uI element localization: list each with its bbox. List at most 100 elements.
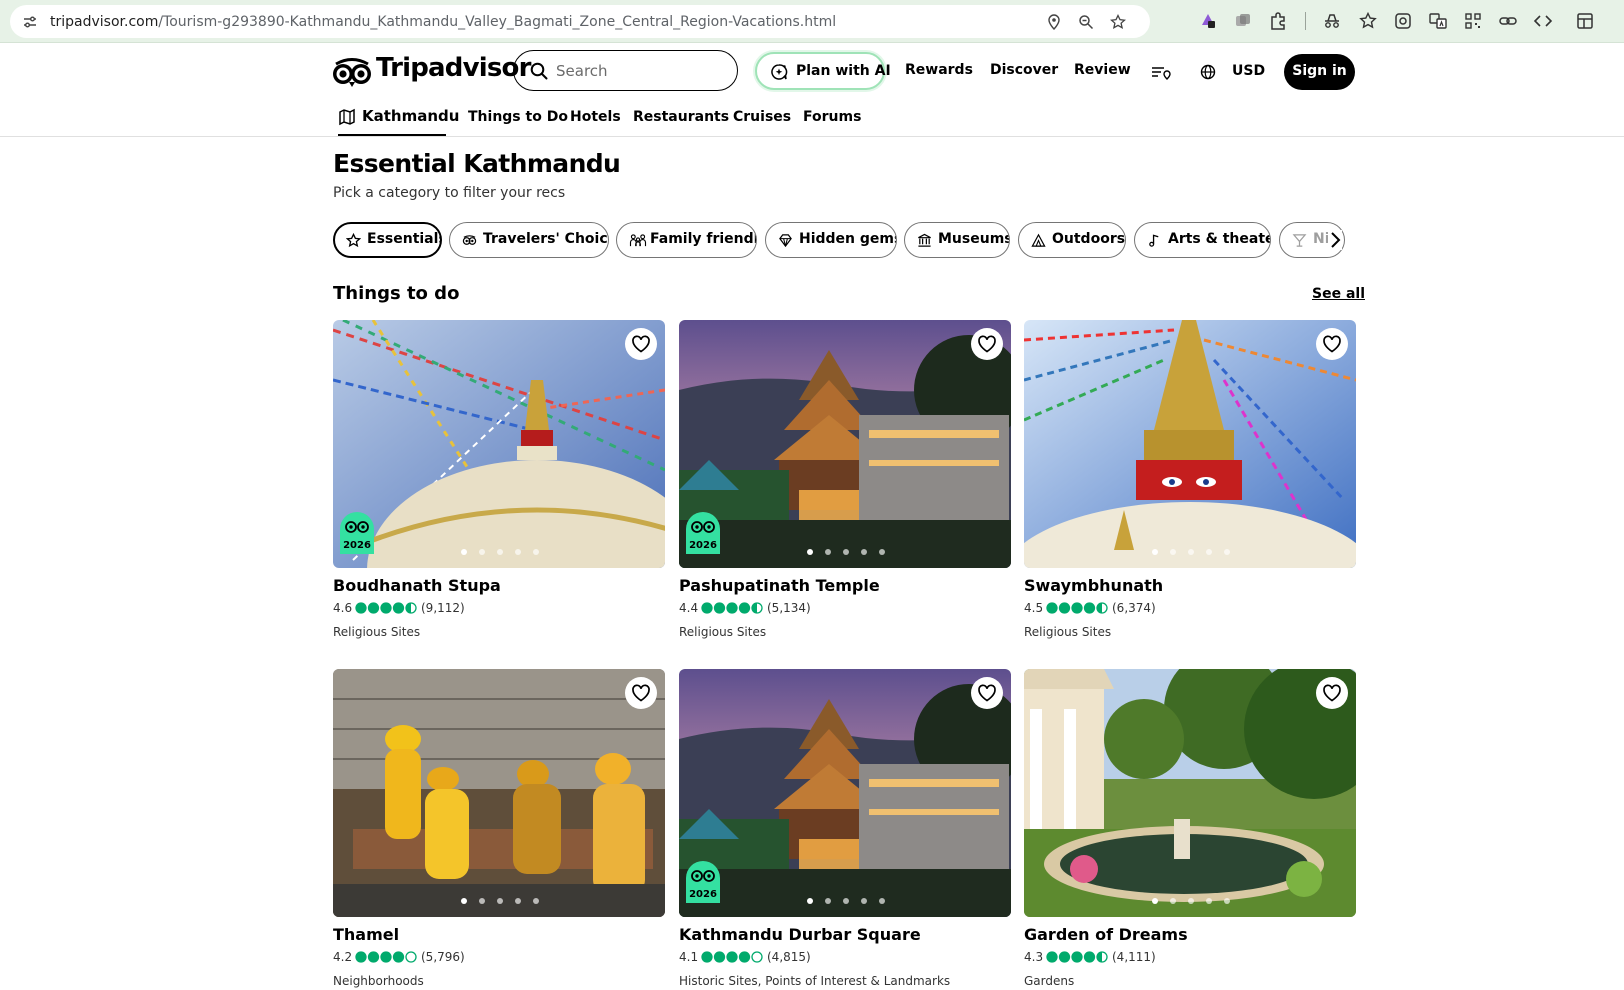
save-heart-button[interactable] <box>625 677 657 709</box>
qr-code-icon[interactable] <box>1463 11 1483 31</box>
chip-museums[interactable]: Museums <box>904 222 1010 258</box>
favorites-icon[interactable] <box>1358 11 1378 31</box>
see-all-link[interactable]: See all <box>1312 286 1365 302</box>
rating-bubbles-icon <box>701 951 763 963</box>
plan-with-ai-button[interactable]: Plan with AI <box>755 52 891 90</box>
logo-text[interactable]: Tripadvisor <box>376 53 531 83</box>
gem-icon <box>779 234 792 248</box>
travelers-choice-award-icon: 2026 <box>340 512 374 554</box>
attraction-category: Religious Sites <box>333 625 421 639</box>
search-box[interactable] <box>513 50 738 91</box>
url-path: /Tourism-g293890-Kathmandu_Kathmandu_Val… <box>158 14 837 30</box>
rating-bubble <box>738 602 751 614</box>
subnav-forums[interactable]: Forums <box>803 109 861 125</box>
attraction-name[interactable]: Garden of Dreams <box>1024 925 1188 944</box>
rating-bubble <box>380 951 392 963</box>
chip-label: Travelers' Choice <box>483 231 609 247</box>
chip-travelers-choice[interactable]: Travelers' Choice <box>449 222 609 258</box>
code-icon[interactable] <box>1533 11 1553 31</box>
attraction-name[interactable]: Boudhanath Stupa <box>333 576 501 595</box>
attraction-image[interactable] <box>1024 669 1356 917</box>
carousel-dots[interactable] <box>1152 549 1232 557</box>
carousel-dots[interactable] <box>461 549 541 557</box>
carousel-dots[interactable] <box>461 898 541 906</box>
side-panel-icon[interactable] <box>1575 11 1595 31</box>
attraction-name[interactable]: Kathmandu Durbar Square <box>679 925 921 944</box>
browser-toolbar: tripadvisor.com/Tourism-g293890-Kathmand… <box>0 0 1624 43</box>
attraction-image[interactable] <box>1024 320 1356 568</box>
nav-rewards[interactable]: Rewards <box>905 62 973 78</box>
attraction-card[interactable]: Thamel 4.2 (5,796) Neighborhoods <box>333 669 665 990</box>
bookmark-star-icon[interactable] <box>1110 14 1126 30</box>
review-count[interactable]: (9,112) <box>421 601 465 615</box>
search-input[interactable] <box>556 61 726 81</box>
attraction-name[interactable]: Swaymbhunath <box>1024 576 1163 595</box>
rating-bubble <box>713 602 726 614</box>
subnav-kathmandu[interactable]: Kathmandu <box>362 107 459 125</box>
subnav-restaurants[interactable]: Restaurants <box>633 109 729 125</box>
sign-in-button[interactable]: Sign in <box>1284 54 1355 90</box>
review-count[interactable]: (4,111) <box>1112 950 1156 964</box>
review-count[interactable]: (5,796) <box>421 950 465 964</box>
review-count[interactable]: (4,815) <box>767 950 811 964</box>
attraction-card[interactable]: 2026 Boudhanath Stupa 4.6 (9,112) Religi… <box>333 320 665 650</box>
link-icon[interactable] <box>1498 11 1518 31</box>
chip-essentials[interactable]: Essentials <box>333 222 442 258</box>
rating-bubble <box>1071 951 1083 963</box>
globe-icon[interactable] <box>1200 64 1216 80</box>
chip-label: Outdoors <box>1052 231 1126 247</box>
extensions-puzzle-icon[interactable] <box>1268 11 1288 31</box>
attraction-card[interactable]: 2026 Kathmandu Durbar Square 4.1 (4,815)… <box>679 669 1011 990</box>
url-text[interactable]: tripadvisor.com/Tourism-g293890-Kathmand… <box>50 13 836 31</box>
rating-bubble <box>751 951 763 963</box>
attraction-image[interactable]: 2026 <box>679 320 1011 568</box>
carousel-dots[interactable] <box>1152 898 1232 906</box>
extension-lock-icon[interactable] <box>1198 11 1218 31</box>
save-heart-button[interactable] <box>971 328 1003 360</box>
attraction-image[interactable]: 2026 <box>333 320 665 568</box>
currency-selector[interactable]: USD <box>1232 63 1265 79</box>
site-settings-icon[interactable] <box>22 14 38 30</box>
subnav-hotels[interactable]: Hotels <box>570 109 621 125</box>
save-heart-button[interactable] <box>625 328 657 360</box>
screenshot-icon[interactable] <box>1393 11 1413 31</box>
chip-family-friendly[interactable]: Family friendly <box>616 222 757 258</box>
tent-icon <box>1031 233 1046 247</box>
review-count[interactable]: (6,374) <box>1112 601 1156 615</box>
award-year: 2026 <box>343 540 371 551</box>
translate-icon[interactable] <box>1428 11 1448 31</box>
extension-layers-icon[interactable] <box>1233 11 1253 31</box>
carousel-dots[interactable] <box>807 549 887 557</box>
chips-next-chevron-icon[interactable] <box>1328 230 1342 250</box>
award-year: 2026 <box>689 889 717 900</box>
address-bar[interactable]: tripadvisor.com/Tourism-g293890-Kathmand… <box>10 5 1150 38</box>
save-heart-button[interactable] <box>971 677 1003 709</box>
chip-arts-theater[interactable]: Arts & theater <box>1134 222 1271 258</box>
save-heart-button[interactable] <box>1316 328 1348 360</box>
rating-bubble <box>392 602 405 614</box>
attraction-card[interactable]: 2026 Pashupatinath Temple 4.4 (5,134) Re… <box>679 320 1011 650</box>
zoom-icon[interactable] <box>1078 14 1094 30</box>
location-pin-icon[interactable] <box>1046 14 1062 30</box>
save-heart-button[interactable] <box>1316 677 1348 709</box>
review-count[interactable]: (5,134) <box>767 601 811 615</box>
attraction-card[interactable]: Garden of Dreams 4.3 (4,111) Gardens <box>1024 669 1356 990</box>
url-host: tripadvisor.com <box>50 14 159 30</box>
chip-outdoors[interactable]: Outdoors <box>1018 222 1126 258</box>
attraction-name[interactable]: Pashupatinath Temple <box>679 576 880 595</box>
nav-review[interactable]: Review <box>1074 62 1131 78</box>
carousel-dots[interactable] <box>807 898 887 906</box>
rating-bubbles-icon <box>1046 602 1108 614</box>
attraction-image[interactable]: 2026 <box>679 669 1011 917</box>
attraction-card[interactable]: Swaymbhunath 4.5 (6,374) Religious Sites <box>1024 320 1356 650</box>
tripadvisor-owl-logo-icon[interactable] <box>332 56 372 88</box>
chip-hidden-gems[interactable]: Hidden gems <box>765 222 897 258</box>
nav-discover[interactable]: Discover <box>990 62 1058 78</box>
music-note-icon <box>1149 234 1159 247</box>
attraction-image[interactable] <box>333 669 665 917</box>
attraction-name[interactable]: Thamel <box>333 925 399 944</box>
trips-icon[interactable] <box>1150 63 1172 81</box>
subnav-things-to-do[interactable]: Things to Do <box>468 109 568 125</box>
subnav-cruises[interactable]: Cruises <box>733 109 791 125</box>
incognito-icon[interactable] <box>1322 11 1342 31</box>
